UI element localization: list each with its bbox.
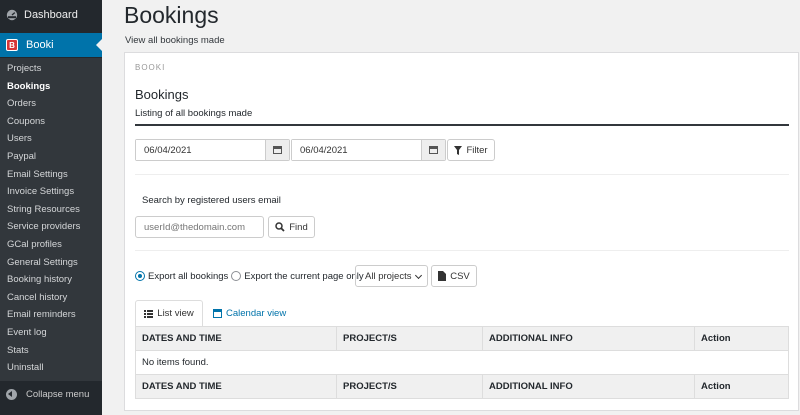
tab-calendar-view-label: Calendar view [226, 307, 287, 319]
submenu-item-cancel-history[interactable]: Cancel history [0, 289, 102, 307]
page-title: Bookings [124, 2, 219, 28]
section-divider [135, 174, 789, 175]
dashboard-icon [6, 9, 18, 21]
panel-divider [135, 124, 789, 126]
find-button[interactable]: Find [268, 216, 315, 238]
collapse-menu-label: Collapse menu [26, 388, 90, 400]
admin-sidebar: Dashboard B Booki Projects Bookings Orde… [0, 0, 102, 415]
submenu-item-paypal[interactable]: Paypal [0, 148, 102, 166]
export-all-label: Export all bookings [148, 270, 229, 282]
section-divider [135, 250, 789, 251]
submenu-item-coupons[interactable]: Coupons [0, 113, 102, 131]
csv-button-label: CSV [450, 270, 470, 282]
sidebar-item-label: Booki [26, 39, 54, 51]
bookings-table: DATES AND TIME PROJECT/S ADDITIONAL INFO… [135, 326, 789, 399]
submenu-item-projects[interactable]: Projects [0, 60, 102, 78]
date-to-input[interactable] [292, 140, 421, 160]
submenu-item-service-providers[interactable]: Service providers [0, 218, 102, 236]
search-icon [275, 222, 285, 232]
submenu-item-string-resources[interactable]: String Resources [0, 201, 102, 219]
export-options: Export all bookings Export the current p… [135, 265, 364, 287]
submenu-item-gcal-profiles[interactable]: GCal profiles [0, 236, 102, 254]
column-footer-additional-info[interactable]: ADDITIONAL INFO [482, 374, 695, 399]
submenu-item-email-reminders[interactable]: Email reminders [0, 306, 102, 324]
file-icon [438, 271, 447, 281]
submenu-item-event-log[interactable]: Event log [0, 324, 102, 342]
chevron-down-icon [414, 271, 423, 280]
panel-label: BOOKI [135, 63, 166, 72]
export-page-radio[interactable] [231, 271, 242, 281]
table-row: No items found. [135, 350, 789, 375]
csv-button[interactable]: CSV [431, 265, 477, 287]
submenu-item-orders[interactable]: Orders [0, 95, 102, 113]
sidebar-item-dashboard[interactable]: Dashboard [0, 0, 102, 30]
submenu-item-bookings[interactable]: Bookings [0, 78, 102, 96]
column-footer-dates[interactable]: DATES AND TIME [135, 374, 337, 399]
submenu-item-users[interactable]: Users [0, 130, 102, 148]
export-all-radio[interactable] [135, 271, 145, 281]
tab-calendar-view[interactable]: Calendar view [213, 300, 286, 326]
date-from-input[interactable] [136, 140, 265, 160]
column-header-projects[interactable]: PROJECT/S [336, 326, 483, 351]
collapse-arrow-icon [6, 388, 17, 400]
find-button-label: Find [289, 221, 308, 233]
submenu-item-booking-history[interactable]: Booking history [0, 271, 102, 289]
filter-button-label: Filter [466, 144, 488, 156]
submenu-item-invoice-settings[interactable]: Invoice Settings [0, 183, 102, 201]
date-to-group [291, 139, 446, 161]
email-search-input[interactable] [135, 216, 264, 238]
column-footer-projects[interactable]: PROJECT/S [336, 374, 483, 399]
panel-heading: Bookings [135, 87, 189, 102]
tab-list-view-label: List view [157, 308, 194, 319]
filter-button[interactable]: Filter [447, 139, 495, 161]
submenu-item-uninstall[interactable]: Uninstall [0, 359, 102, 377]
search-label: Search by registered users email [142, 195, 281, 206]
table-footer-row: DATES AND TIME PROJECT/S ADDITIONAL INFO… [135, 374, 789, 399]
table-header-row: DATES AND TIME PROJECT/S ADDITIONAL INFO… [135, 326, 789, 351]
date-from-calendar-button[interactable] [265, 140, 289, 160]
submenu-item-stats[interactable]: Stats [0, 342, 102, 360]
tab-list-view[interactable]: List view [135, 300, 203, 326]
column-header-action: Action [694, 326, 789, 351]
sidebar-item-label: Dashboard [24, 9, 78, 21]
calendar-icon [213, 308, 222, 318]
booki-logo-icon: B [6, 39, 18, 51]
collapse-menu-button[interactable]: Collapse menu [0, 384, 102, 404]
column-footer-action: Action [694, 374, 789, 399]
column-header-additional-info[interactable]: ADDITIONAL INFO [482, 326, 695, 351]
submenu-item-email-settings[interactable]: Email Settings [0, 166, 102, 184]
projects-select-value: All projects [365, 270, 412, 282]
booki-submenu: Projects Bookings Orders Coupons Users P… [0, 58, 102, 381]
date-from-group [135, 139, 290, 161]
bookings-panel: BOOKI Bookings Listing of all bookings m… [124, 52, 799, 411]
export-page-label: Export the current page only [244, 270, 364, 282]
calendar-icon [429, 146, 438, 154]
empty-message: No items found. [135, 350, 789, 375]
column-header-dates[interactable]: DATES AND TIME [135, 326, 337, 351]
filter-icon [454, 145, 463, 155]
list-icon [144, 309, 154, 318]
sidebar-item-booki[interactable]: B Booki [0, 33, 102, 57]
panel-description: Listing of all bookings made [135, 108, 253, 119]
date-to-calendar-button[interactable] [421, 140, 445, 160]
submenu-item-general-settings[interactable]: General Settings [0, 254, 102, 272]
calendar-icon [273, 146, 282, 154]
projects-select[interactable]: All projects [355, 265, 428, 287]
page-subtitle: View all bookings made [125, 35, 225, 46]
